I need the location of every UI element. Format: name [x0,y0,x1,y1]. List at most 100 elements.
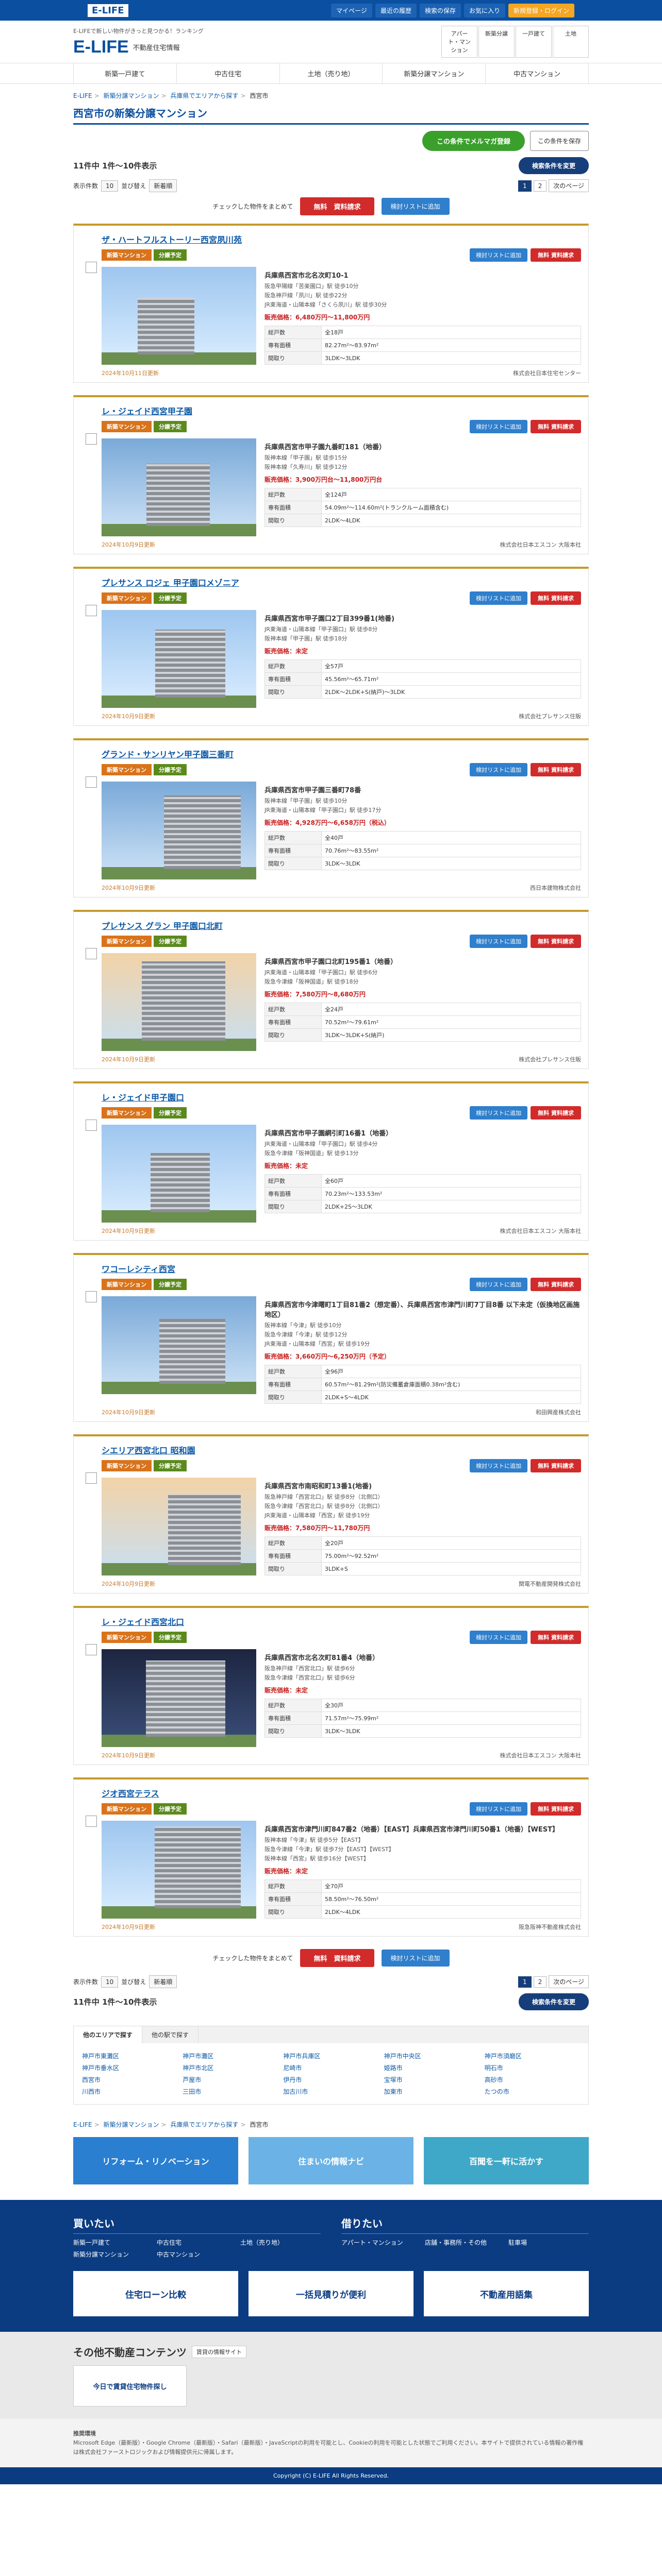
area-city-link[interactable]: 芦屋市 [183,2075,278,2084]
area-city-link[interactable]: 神戸市中央区 [384,2052,479,2060]
area-city-link[interactable]: 神戸市垂水区 [82,2063,177,2072]
property-checkbox[interactable] [86,1644,97,1655]
request-doc-button[interactable]: 無料 資料請求 [531,935,581,948]
property-name-link[interactable]: ワコーレシティ西宮 [102,1262,581,1275]
footer-rent-link[interactable]: 店舗・事務所・その他 [425,2238,505,2247]
request-doc-button[interactable]: 無料 資料請求 [531,248,581,262]
property-checkbox[interactable] [86,776,97,788]
property-name-link[interactable]: シエリア西宮北口 昭和園 [102,1444,581,1456]
gnav-item-used-house[interactable]: 中古住宅 [176,63,279,83]
property-checkbox[interactable] [86,605,97,616]
property-name-link[interactable]: レ・ジェイド西宮甲子園 [102,404,581,417]
footer-banner-glossary[interactable]: 不動産用語集 [424,2271,589,2316]
bulk-fav-button[interactable]: 検討リストに追加 [381,198,450,215]
property-photo[interactable] [102,1649,256,1747]
page-link[interactable]: 2 [533,1976,547,1988]
property-checkbox[interactable] [86,1472,97,1484]
gnav-item-new-house[interactable]: 新築一戸建て [73,63,176,83]
property-name-link[interactable]: グランド・サンリヤン甲子園三番町 [102,748,581,760]
banner-reform[interactable]: リフォーム・リノベーション [73,2137,238,2184]
add-fav-button[interactable]: 検討リストに追加 [470,935,528,948]
footer-rent-link[interactable]: アパート・マンション [341,2238,422,2247]
breadcrumb-item[interactable]: 兵庫県でエリアから探す [170,2121,238,2128]
property-name-link[interactable]: レ・ジェイド甲子園口 [102,1091,581,1103]
topbar-logo[interactable]: E-LIFE [88,4,128,17]
sort-select[interactable]: 新着順 [149,179,177,192]
header-link-house[interactable]: 一戸建て [516,26,552,58]
area-city-link[interactable]: 三田市 [183,2087,278,2096]
request-doc-button[interactable]: 無料 資料請求 [531,1106,581,1120]
gnav-item-new-mansion[interactable]: 新築分譲マンション [382,63,485,83]
topbar-nav-mypage[interactable]: マイページ [331,3,372,18]
request-doc-button[interactable]: 無料 資料請求 [531,591,581,605]
property-photo[interactable] [102,1125,256,1223]
area-city-link[interactable]: 神戸市須磨区 [485,2052,580,2060]
area-city-link[interactable]: 姫路市 [384,2063,479,2072]
page-link-current[interactable]: 1 [518,1976,532,1988]
topbar-nav-history[interactable]: 最近の履歴 [375,3,417,18]
footer-buy-link[interactable]: 新築一戸建て [73,2238,154,2247]
change-search-button[interactable]: 検索条件を変更 [518,157,589,174]
property-photo[interactable] [102,267,256,365]
per-page-select[interactable]: 10 [101,180,119,192]
topbar-nav-favorites[interactable]: お気に入り [464,3,505,18]
property-photo[interactable] [102,1296,256,1394]
breadcrumb-item[interactable]: 新築分譲マンション [104,2121,159,2128]
request-doc-button[interactable]: 無料 資料請求 [531,1802,581,1816]
property-checkbox[interactable] [86,262,97,273]
area-city-link[interactable]: 尼崎市 [283,2063,378,2072]
mail-subscribe-button[interactable]: この条件でメルマガ登録 [422,131,525,151]
area-city-link[interactable]: 神戸市北区 [183,2063,278,2072]
request-doc-button[interactable]: 無料 資料請求 [531,1278,581,1291]
add-fav-button[interactable]: 検討リストに追加 [470,248,528,262]
footer-buy-link[interactable]: 土地（売り地） [240,2238,321,2247]
topbar-nav-saved[interactable]: 検索の保存 [419,3,461,18]
property-photo[interactable] [102,438,256,536]
next-page-link[interactable]: 次のページ [549,1975,589,1988]
add-fav-button[interactable]: 検討リストに追加 [470,1802,528,1816]
property-name-link[interactable]: レ・ジェイド西宮北口 [102,1615,581,1628]
per-page-select[interactable]: 10 [101,1976,119,1988]
property-photo[interactable] [102,953,256,1051]
header-link-new[interactable]: 新築分譲 [478,26,515,58]
footer-rent-link[interactable]: 駐車場 [508,2238,589,2247]
property-checkbox[interactable] [86,1291,97,1302]
add-fav-button[interactable]: 検討リストに追加 [470,1459,528,1472]
add-fav-button[interactable]: 検討リストに追加 [470,1106,528,1120]
add-fav-button[interactable]: 検討リストに追加 [470,1278,528,1291]
property-name-link[interactable]: ザ・ハートフルストーリー西宮夙川苑 [102,233,581,245]
request-doc-button[interactable]: 無料 資料請求 [531,1631,581,1644]
header-link-land[interactable]: 土地 [553,26,589,58]
add-fav-button[interactable]: 検討リストに追加 [470,1631,528,1644]
site-logo[interactable]: E-LIFE 不動産住宅情報 [73,37,204,57]
area-city-link[interactable]: 高砂市 [485,2075,580,2084]
property-name-link[interactable]: ジオ西宮テラス [102,1787,581,1799]
page-link-current[interactable]: 1 [518,180,532,192]
request-doc-button[interactable]: 無料 資料請求 [531,420,581,433]
area-city-link[interactable]: 西宮市 [82,2075,177,2084]
request-doc-button[interactable]: 無料 資料請求 [531,1459,581,1472]
request-doc-button[interactable]: 無料 資料請求 [531,763,581,776]
footer-buy-link[interactable]: 中古マンション [157,2250,237,2259]
property-checkbox[interactable] [86,1816,97,1827]
area-city-link[interactable]: 明石市 [485,2063,580,2072]
area-city-link[interactable]: 宝塚市 [384,2075,479,2084]
area-city-link[interactable]: 神戸市灘区 [183,2052,278,2060]
property-name-link[interactable]: プレサンス ロジェ 甲子園口メゾニア [102,576,581,588]
area-city-link[interactable]: たつの市 [485,2087,580,2096]
bulk-fav-button[interactable]: 検討リストに追加 [381,1950,450,1967]
bulk-request-button[interactable]: 無料 資料請求 [300,197,374,215]
add-fav-button[interactable]: 検討リストに追加 [470,763,528,776]
footer-banner-loan[interactable]: 住宅ローン比較 [73,2271,238,2316]
property-photo[interactable] [102,782,256,879]
add-fav-button[interactable]: 検討リストに追加 [470,591,528,605]
area-city-link[interactable]: 加古川市 [283,2087,378,2096]
gnav-item-used-mansion[interactable]: 中古マンション [485,63,589,83]
breadcrumb-item[interactable]: E-LIFE [73,92,92,99]
tab-other-area[interactable]: 他のエリアで探す [74,2026,143,2043]
save-condition-button[interactable]: この条件を保存 [529,131,589,151]
other-banner[interactable]: 今日で賃貸住宅物件探し [73,2365,187,2406]
area-city-link[interactable]: 川西市 [82,2087,177,2096]
property-checkbox[interactable] [86,1120,97,1131]
next-page-link[interactable]: 次のページ [549,179,589,192]
